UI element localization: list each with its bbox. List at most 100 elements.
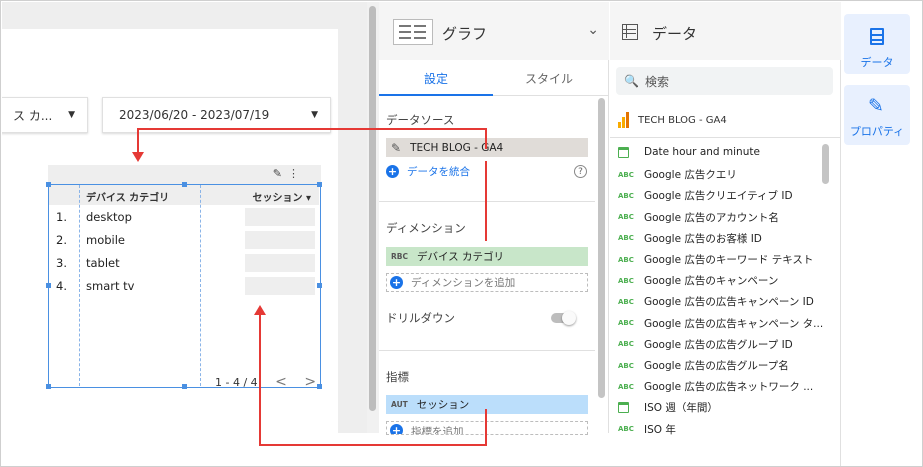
field-name: Google 広告のキャンペーン	[644, 275, 779, 288]
data-panel-header: データ	[610, 2, 841, 60]
text-type-icon: ABC	[618, 255, 634, 264]
scrollbar-thumb[interactable]	[369, 6, 376, 411]
header-sessions[interactable]: セッション ▾	[252, 189, 311, 204]
field-name: Google 広告クエリ	[644, 169, 737, 182]
data-source-row[interactable]: TECH BLOG - GA4	[618, 112, 727, 128]
field-name: Google 広告の広告キャンペーン ID	[644, 296, 814, 309]
resize-handle[interactable]	[182, 384, 187, 389]
property-panel-button[interactable]: ✎ プロパティ	[844, 85, 910, 145]
chart-settings-panel: グラフ ⌄ 設定 スタイル データソース ✎ TECH BLOG - GA4 +…	[379, 2, 609, 435]
field-item[interactable]: ABC Google 広告のお客様 ID	[618, 231, 823, 246]
datasource-name: TECH BLOG - GA4	[410, 141, 504, 154]
add-icon: +	[390, 276, 403, 289]
text-type-icon: ABC	[618, 276, 634, 285]
field-name: Date hour and minute	[644, 146, 760, 158]
field-item[interactable]: ABC Google 広告の広告ネットワーク ...	[618, 379, 823, 394]
field-item[interactable]: ABC ISO 年	[618, 422, 823, 437]
pencil-icon[interactable]: ✎	[391, 141, 401, 155]
category-filter-dropdown[interactable]: ス カ... ▼	[2, 97, 88, 133]
search-icon: 🔍	[624, 74, 639, 88]
canvas-scrollbar[interactable]	[367, 2, 379, 433]
text-type-icon: ABC	[618, 213, 634, 222]
table-tools: ✎⋮	[273, 167, 305, 180]
text-type-icon: ABC	[618, 319, 634, 328]
field-item[interactable]: ABC Google 広告クリエイティブ ID	[618, 188, 823, 203]
field-name: Google 広告のキーワード テキスト	[644, 254, 814, 266]
database-icon	[870, 28, 884, 45]
tab-setup[interactable]: 設定	[424, 70, 448, 87]
row-session-cell	[245, 254, 315, 272]
datasource-chip[interactable]: ✎ TECH BLOG - GA4	[386, 138, 588, 157]
resize-handle[interactable]	[317, 384, 322, 389]
field-search-input[interactable]: 🔍 検索	[616, 67, 833, 95]
table-row[interactable]: 4. smart tv	[49, 275, 319, 298]
panel-scrollbar[interactable]	[597, 98, 606, 398]
drilldown-label: ドリルダウン	[386, 311, 455, 325]
pager-next-icon[interactable]: >	[304, 374, 316, 390]
metric-name: セッション	[416, 399, 470, 411]
edit-icon[interactable]: ✎	[273, 167, 288, 180]
field-item[interactable]: ABC Google 広告のキャンペーン	[618, 273, 823, 288]
field-name: ISO 年	[644, 423, 676, 436]
text-type-icon: ABC	[618, 170, 634, 179]
app-window: ス カ... ▼ 2023/06/20 - 2023/07/19 ▼ ✎⋮ デバ…	[0, 0, 923, 467]
table-chart[interactable]: デバイス カテゴリ セッション ▾ 1. desktop 2. mobile 3…	[46, 182, 322, 390]
field-item[interactable]: Date hour and minute	[618, 146, 823, 158]
table-row[interactable]: 2. mobile	[49, 229, 319, 252]
add-dimension-label: ディメンションを追加	[411, 277, 516, 289]
data-panel-button-label: データ	[860, 56, 894, 69]
add-metric-label: 指標を追加	[411, 426, 464, 435]
metric-label: 指標	[386, 370, 409, 384]
field-name: Google 広告のお客様 ID	[644, 232, 762, 245]
field-item[interactable]: ABC Google 広告のアカウント名	[618, 210, 823, 225]
field-name: Google 広告クリエイティブ ID	[644, 190, 793, 203]
drilldown-toggle[interactable]	[551, 311, 576, 325]
field-item[interactable]: ISO 週（年間）	[618, 400, 823, 415]
table-row[interactable]: 3. tablet	[49, 252, 319, 275]
scrollbar-thumb[interactable]	[598, 98, 605, 398]
chevron-down-icon[interactable]: ⌄	[587, 22, 599, 38]
add-metric-button[interactable]: + 指標を追加	[386, 421, 588, 435]
date-range-dropdown[interactable]: 2023/06/20 - 2023/07/19 ▼	[102, 97, 331, 133]
header-device-category[interactable]: デバイス カテゴリ	[86, 189, 169, 204]
dimension-chip[interactable]: RBC デバイス カテゴリ	[386, 247, 588, 266]
scrollbar-thumb[interactable]	[822, 144, 829, 184]
resize-handle[interactable]	[46, 283, 51, 288]
metric-chip[interactable]: AUT セッション	[386, 395, 588, 414]
chart-type-selector[interactable]: グラフ ⌄	[379, 2, 609, 60]
pager-prev-icon[interactable]: <	[275, 374, 287, 390]
canvas-footer	[2, 433, 367, 466]
row-number: 3.	[56, 256, 67, 270]
field-item[interactable]: ABC Google 広告の広告キャンペーン タ...	[618, 316, 823, 331]
blend-data-button[interactable]: + データを統合	[386, 164, 470, 179]
calendar-icon	[618, 402, 644, 414]
field-name: Google 広告の広告ネットワーク ...	[644, 381, 814, 394]
text-type-icon: ABC	[618, 340, 634, 349]
field-item[interactable]: ABC Google 広告の広告キャンペーン ID	[618, 294, 823, 309]
resize-handle[interactable]	[182, 182, 187, 187]
text-type-icon: ABC	[618, 382, 634, 391]
table-header: デバイス カテゴリ セッション ▾	[49, 185, 319, 205]
row-number: 2.	[56, 233, 67, 247]
field-item[interactable]: ABC Google 広告の広告グループ ID	[618, 337, 823, 352]
resize-handle[interactable]	[317, 182, 322, 187]
pager-range: 1 - 4 / 4	[215, 376, 258, 389]
field-item[interactable]: ABC Google 広告のキーワード テキスト	[618, 252, 823, 267]
resize-handle[interactable]	[46, 182, 51, 187]
pencil-icon: ✎	[868, 95, 884, 117]
field-name: ISO 週（年間）	[644, 402, 718, 415]
resize-handle[interactable]	[317, 283, 322, 288]
data-panel-button[interactable]: データ	[844, 14, 910, 74]
add-dimension-button[interactable]: + ディメンションを追加	[386, 273, 588, 292]
field-list-scrollbar[interactable]	[821, 144, 830, 184]
chart-type-title: グラフ	[442, 25, 488, 43]
more-icon[interactable]: ⋮	[288, 167, 305, 180]
help-icon[interactable]: ?	[574, 165, 587, 178]
tab-style[interactable]: スタイル	[525, 70, 573, 87]
table-row[interactable]: 1. desktop	[49, 206, 319, 229]
resize-handle[interactable]	[46, 384, 51, 389]
row-session-cell	[245, 231, 315, 249]
dimension-name: デバイス カテゴリ	[417, 251, 505, 263]
field-item[interactable]: ABC Google 広告の広告グループ名	[618, 358, 823, 373]
field-item[interactable]: ABC Google 広告クエリ	[618, 167, 823, 182]
